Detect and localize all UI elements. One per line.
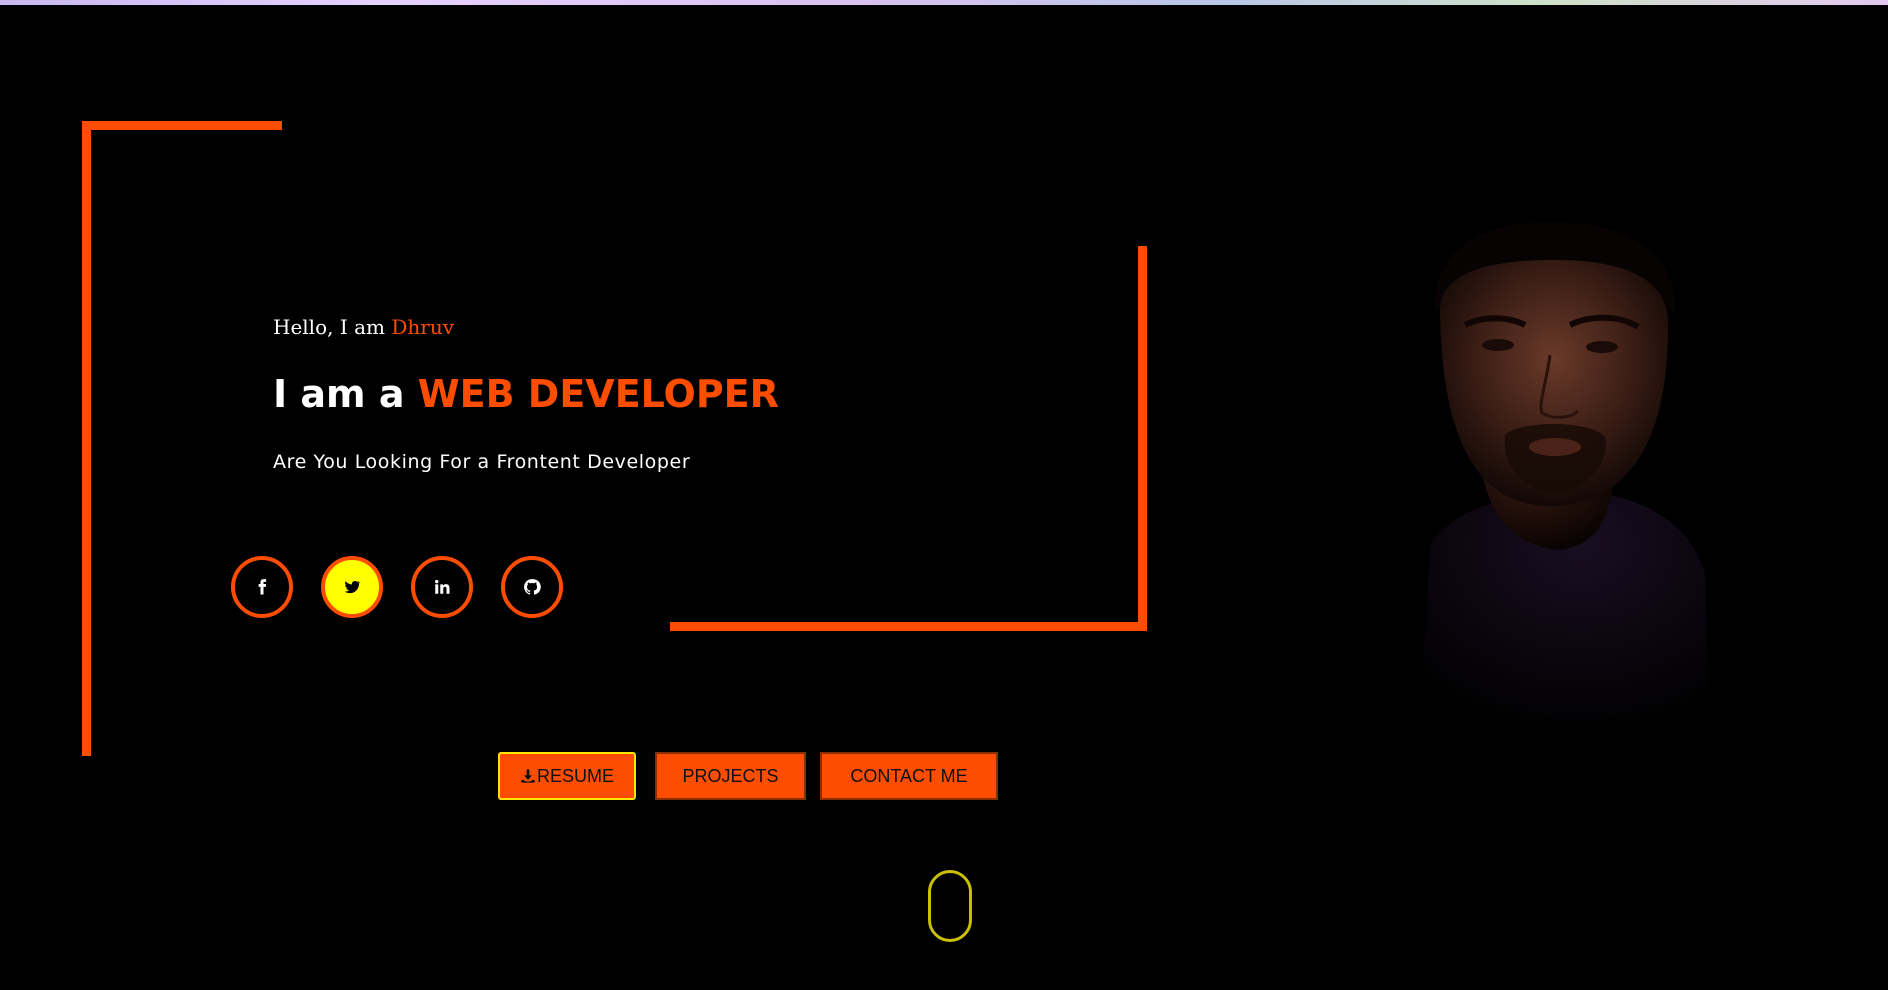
headline-role: WEB DEVELOPER bbox=[417, 372, 779, 416]
greeting-name: Dhruv bbox=[391, 315, 454, 339]
twitter-icon bbox=[344, 580, 361, 594]
hero-headline: I am a WEB DEVELOPER bbox=[273, 372, 779, 416]
greeting-prefix: Hello, I am bbox=[273, 315, 392, 339]
resume-label: RESUME bbox=[536, 765, 614, 786]
download-icon bbox=[521, 769, 535, 783]
frame-bottom-right-horizontal bbox=[670, 622, 1147, 631]
headline-prefix: I am a bbox=[273, 372, 418, 416]
browser-top-strip bbox=[0, 0, 1888, 5]
github-icon bbox=[524, 579, 541, 595]
projects-label: PROJECTS bbox=[682, 765, 779, 786]
frame-bottom-right-vertical bbox=[1138, 246, 1147, 631]
linkedin-link[interactable] bbox=[411, 556, 473, 618]
linkedin-icon bbox=[435, 579, 450, 594]
profile-portrait bbox=[1420, 222, 1710, 735]
frame-top-left-horizontal bbox=[82, 121, 282, 130]
projects-button[interactable]: PROJECTS bbox=[655, 752, 806, 800]
scroll-down-indicator[interactable] bbox=[928, 870, 972, 942]
twitter-link[interactable] bbox=[321, 556, 383, 618]
facebook-icon bbox=[258, 579, 267, 595]
hero-greeting: Hello, I am Dhruv bbox=[273, 315, 454, 339]
github-link[interactable] bbox=[501, 556, 563, 618]
hero-subtitle: Are You Looking For a Frontent Developer bbox=[273, 451, 691, 473]
frame-top-left-vertical bbox=[82, 121, 91, 756]
resume-button[interactable]: RESUME bbox=[498, 752, 636, 800]
facebook-link[interactable] bbox=[231, 556, 293, 618]
contact-button[interactable]: CONTACT ME bbox=[820, 752, 998, 800]
contact-label: CONTACT ME bbox=[850, 765, 968, 786]
